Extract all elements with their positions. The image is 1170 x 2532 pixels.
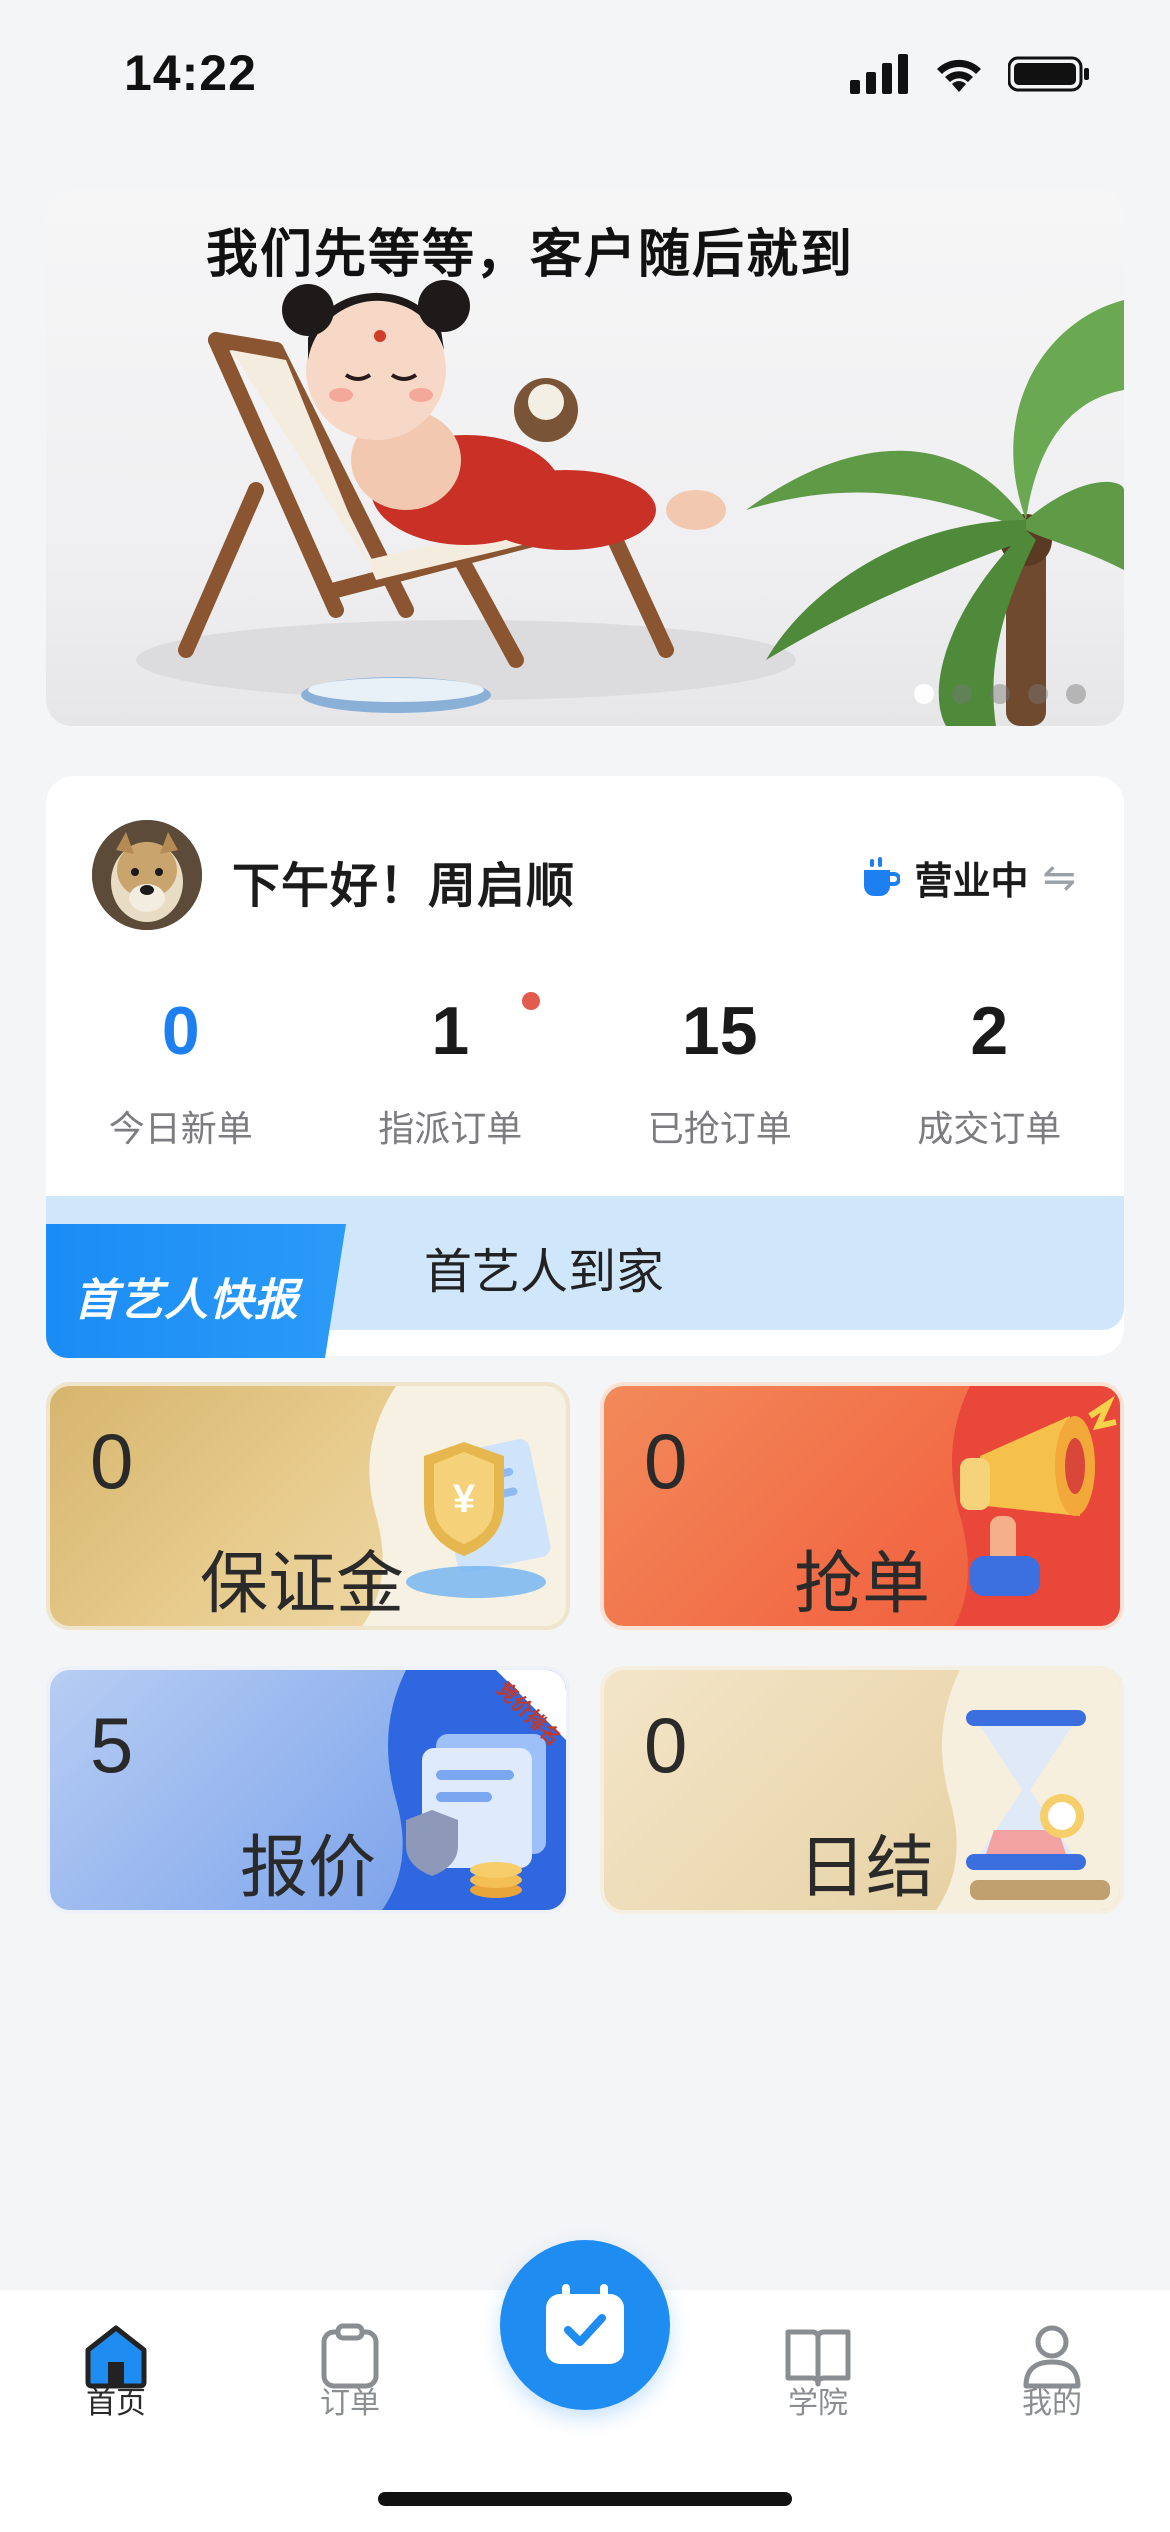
news-ticker[interactable]: 首艺人快报 首艺人到家 xyxy=(46,1196,1124,1358)
avatar[interactable] xyxy=(92,820,202,930)
notification-dot xyxy=(522,992,540,1010)
banner-dot[interactable] xyxy=(914,684,934,704)
stat-value: 15 xyxy=(681,993,758,1069)
banner-dot[interactable] xyxy=(990,684,1010,704)
news-badge: 首艺人快报 xyxy=(46,1224,346,1358)
grab-order-label: 抢单 xyxy=(794,1545,931,1624)
banner-dot[interactable] xyxy=(952,684,972,704)
tab-academy-label: 学院 xyxy=(788,2386,848,2421)
promo-banner[interactable]: 我们先等等，客户随后就到 xyxy=(46,190,1124,726)
grab-order-card[interactable]: 0 抢单 xyxy=(600,1382,1124,1630)
business-status-toggle[interactable]: 营业中 ⇋ xyxy=(858,850,1076,905)
coffee-cup-icon xyxy=(864,856,901,896)
calendar-check-icon xyxy=(546,2284,624,2364)
status-time: 14:22 xyxy=(124,45,257,101)
stat-label: 已抢订单 xyxy=(647,1109,792,1150)
daily-settlement-label: 日结 xyxy=(798,1829,935,1908)
signal-icon xyxy=(850,54,908,94)
stat-grabbed-orders[interactable]: 15 已抢订单 xyxy=(585,986,855,1152)
grab-order-value: 0 xyxy=(644,1417,688,1505)
profile-card: 下午好！周启顺 营业中 ⇋ 0 今日新单 1 指派订单 15 已抢订单 2 成交… xyxy=(46,776,1124,1358)
stat-label: 成交订单 xyxy=(917,1109,1062,1150)
deposit-card[interactable]: ¥ 0 保证金 xyxy=(46,1382,570,1630)
tab-home-label: 首页 xyxy=(86,2386,146,2421)
quote-card[interactable]: 5 报价 竞价排名 xyxy=(46,1666,570,1914)
tab-orders-label: 订单 xyxy=(320,2386,380,2421)
news-badge-label: 首艺人快报 xyxy=(74,1275,299,1326)
greeting-text: 下午好！周启顺 xyxy=(232,858,576,914)
home-indicator xyxy=(378,2492,792,2506)
stat-closed-orders[interactable]: 2 成交订单 xyxy=(855,986,1125,1152)
wifi-icon xyxy=(937,59,981,92)
deposit-label: 保证金 xyxy=(200,1545,405,1624)
daily-settlement-value: 0 xyxy=(644,1701,688,1789)
battery-icon xyxy=(1008,56,1089,92)
stat-label: 今日新单 xyxy=(108,1109,253,1150)
banner-dot[interactable] xyxy=(1028,684,1048,704)
dog-avatar-image xyxy=(92,820,202,930)
stat-new-orders[interactable]: 0 今日新单 xyxy=(46,986,316,1152)
banner-title: 我们先等等，客户随后就到 xyxy=(206,225,855,285)
quote-label: 报价 xyxy=(240,1829,377,1908)
stat-assigned-orders[interactable]: 1 指派订单 xyxy=(316,986,586,1152)
banner-pagination xyxy=(914,684,1086,704)
order-stats: 0 今日新单 1 指派订单 15 已抢订单 2 成交订单 xyxy=(46,986,1124,1152)
quote-value: 5 xyxy=(90,1701,134,1789)
banner-dot[interactable] xyxy=(1066,684,1086,704)
stat-value: 0 xyxy=(161,993,200,1069)
stat-value: 2 xyxy=(970,993,1009,1069)
daily-settlement-card[interactable]: 0 日结 xyxy=(600,1666,1124,1914)
checkin-calendar-button[interactable] xyxy=(500,2240,670,2410)
status-bar: 14:22 xyxy=(0,0,1170,150)
deposit-value: 0 xyxy=(90,1417,134,1505)
status-icons xyxy=(850,54,1090,94)
svg-text:¥: ¥ xyxy=(453,1477,476,1521)
business-status-label: 营业中 xyxy=(914,859,1029,903)
stat-value: 1 xyxy=(431,993,470,1069)
swap-arrows-icon[interactable]: ⇋ xyxy=(1042,855,1076,901)
stat-label: 指派订单 xyxy=(378,1109,523,1150)
news-headline: 首艺人到家 xyxy=(424,1244,665,1300)
tab-mine-label: 我的 xyxy=(1022,2386,1082,2421)
